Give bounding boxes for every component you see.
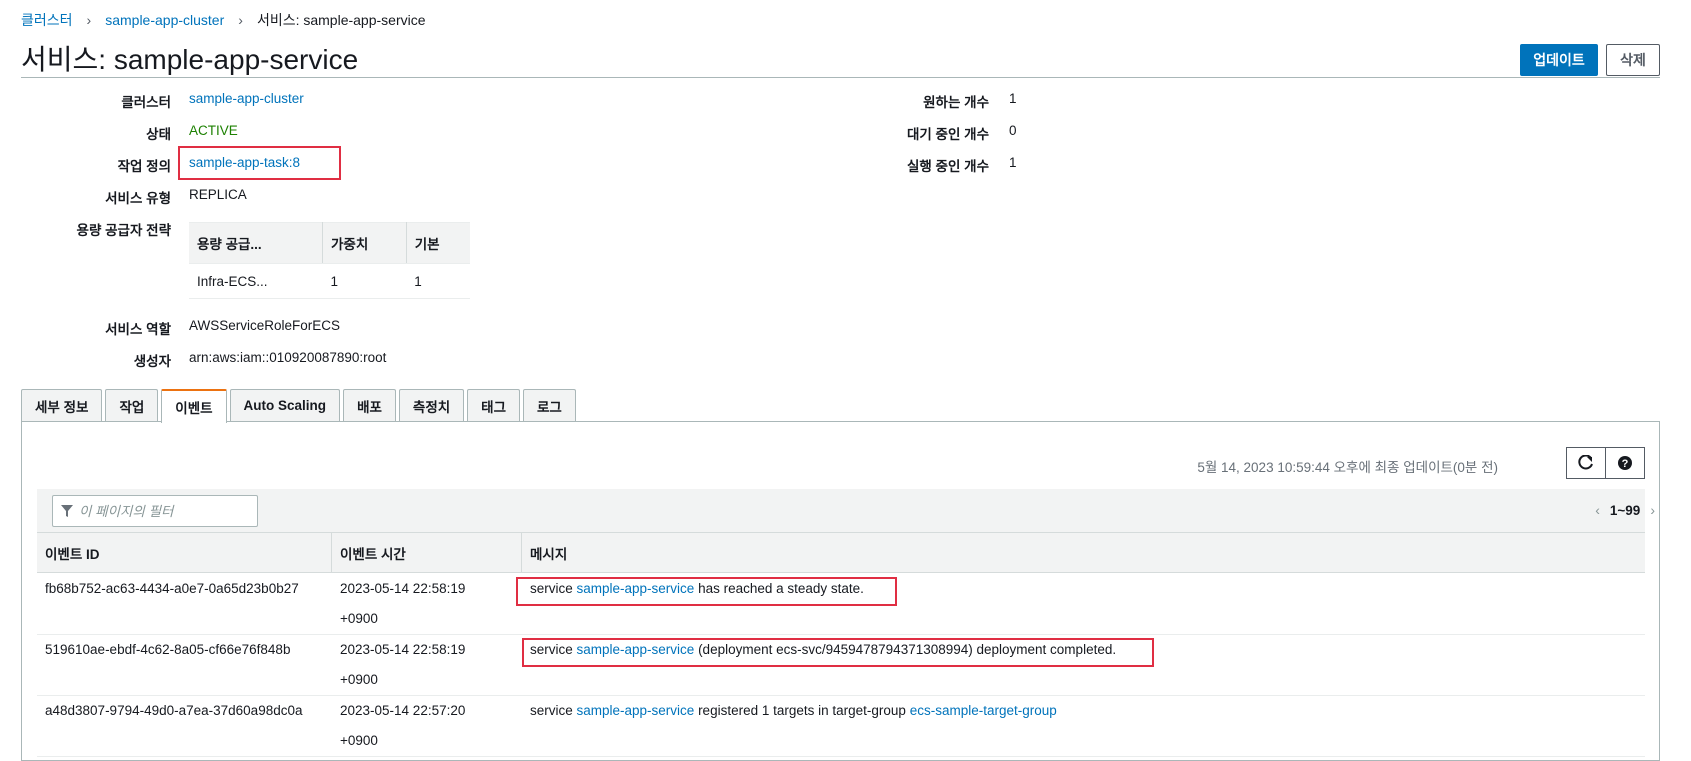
update-button[interactable]: 업데이트 <box>1520 44 1598 76</box>
chevron-left-icon[interactable]: ‹ <box>1595 502 1600 518</box>
tab-deployments[interactable]: 배포 <box>343 389 396 421</box>
event-time-cell: 2023-05-14 22:58:19 <box>340 581 466 596</box>
pending-count-value: 0 <box>1009 123 1017 138</box>
refresh-button[interactable] <box>1566 447 1606 479</box>
service-role-value: AWSServiceRoleForECS <box>189 318 341 333</box>
pending-count-label: 대기 중인 개수 <box>906 127 989 142</box>
breadcrumb-chevron-icon: › <box>86 12 92 28</box>
page-title: 서비스: sample-app-service <box>21 44 359 75</box>
events-table-header <box>37 532 1645 573</box>
column-divider <box>331 532 332 573</box>
column-header-event-time[interactable]: 이벤트 시간 <box>340 532 406 573</box>
capacity-header-base: 기본 <box>406 222 470 264</box>
title-divider <box>21 77 1660 78</box>
page-range: 1~99 <box>1609 502 1641 518</box>
tab-details[interactable]: 세부 정보 <box>21 389 103 421</box>
capacity-weight-cell: 1 <box>322 263 407 299</box>
tab-auto-scaling[interactable]: Auto Scaling <box>229 389 341 421</box>
target-group-link[interactable]: ecs-sample-target-group <box>910 703 1057 718</box>
events-toolbar <box>37 489 1645 533</box>
breadcrumb-clusters-link[interactable]: 클러스터 <box>21 10 73 30</box>
service-tabs: 세부 정보 작업 이벤트 Auto Scaling 배포 측정치 태그 로그 <box>21 389 579 423</box>
event-timezone-cell: +0900 <box>340 611 378 626</box>
chevron-right-icon[interactable]: › <box>1650 502 1655 518</box>
cluster-link[interactable]: sample-app-cluster <box>189 91 304 106</box>
status-label: 상태 <box>146 127 171 142</box>
tab-tags[interactable]: 태그 <box>467 389 521 421</box>
service-link[interactable]: sample-app-service <box>577 703 695 718</box>
event-id-cell: fb68b752-ac63-4434-a0e7-0a65d23b0b27 <box>45 581 299 596</box>
capacity-base-cell: 1 <box>406 263 470 299</box>
event-timezone-cell: +0900 <box>340 733 378 748</box>
capacity-provider-cell: Infra-ECS... <box>189 263 323 299</box>
breadcrumb-current: 서비스: sample-app-service <box>256 12 426 28</box>
capacity-header-provider: 용량 공급... <box>189 222 323 264</box>
event-id-cell: 519610ae-ebdf-4c62-8a05-cf66e76f848b <box>45 642 291 657</box>
delete-button[interactable]: 삭제 <box>1606 44 1660 76</box>
capacity-strategy-label: 용량 공급자 전략 <box>76 223 171 238</box>
last-updated-text: 5월 14, 2023 10:59:44 오후에 최종 업데이트(0분 전) <box>1197 460 1498 475</box>
task-definition-label: 작업 정의 <box>117 159 171 174</box>
tab-metrics[interactable]: 측정치 <box>398 389 465 421</box>
filter-input[interactable] <box>77 502 251 520</box>
column-divider <box>521 532 522 573</box>
cluster-label: 클러스터 <box>121 95 171 110</box>
message-text: service <box>530 703 577 718</box>
status-value: ACTIVE <box>189 123 238 138</box>
service-type-label: 서비스 유형 <box>105 191 171 206</box>
tab-logs[interactable]: 로그 <box>523 389 576 421</box>
filter-icon <box>61 505 73 517</box>
desired-count-label: 원하는 개수 <box>923 95 989 110</box>
table-row: Infra-ECS... 1 1 <box>189 263 470 299</box>
help-button[interactable]: ? <box>1605 447 1645 479</box>
event-id-cell: a48d3807-9794-49d0-a7ea-37d60a98dc0a <box>45 703 303 718</box>
desired-count-value: 1 <box>1009 91 1017 106</box>
service-role-label: 서비스 역할 <box>105 322 171 337</box>
help-icon: ? <box>1618 456 1632 470</box>
message-text: registered 1 targets in target-group <box>694 703 910 718</box>
filter-field[interactable] <box>52 495 258 527</box>
creator-value: arn:aws:iam::010920087890:root <box>189 350 387 365</box>
running-count-label: 실행 중인 개수 <box>906 159 989 174</box>
breadcrumb-cluster-link[interactable]: sample-app-cluster <box>105 12 224 28</box>
column-header-event-id[interactable]: 이벤트 ID <box>45 532 100 573</box>
highlight-box <box>522 638 1154 667</box>
tab-events[interactable]: 이벤트 <box>161 389 227 423</box>
breadcrumb: 클러스터 › sample-app-cluster › 서비스: sample-… <box>21 10 426 30</box>
service-type-value: REPLICA <box>189 187 247 202</box>
refresh-icon <box>1578 455 1593 470</box>
event-message-cell: service sample-app-service registered 1 … <box>530 696 1057 726</box>
capacity-header-weight: 가중치 <box>322 222 407 264</box>
breadcrumb-chevron-icon: › <box>238 12 243 28</box>
event-timezone-cell: +0900 <box>340 672 378 687</box>
running-count-value: 1 <box>1009 155 1017 170</box>
creator-label: 생성자 <box>133 354 171 369</box>
event-time-cell: 2023-05-14 22:58:19 <box>340 642 466 657</box>
tab-tasks[interactable]: 작업 <box>105 389 159 421</box>
highlight-box <box>516 577 897 606</box>
event-time-cell: 2023-05-14 22:57:20 <box>340 703 466 718</box>
column-header-message[interactable]: 메시지 <box>530 532 567 573</box>
capacity-provider-table: 용량 공급... 가중치 기본 Infra-ECS... 1 1 <box>189 222 470 299</box>
pagination: ‹ 1~99 › <box>1595 502 1655 518</box>
svg-text:?: ? <box>1622 458 1629 470</box>
highlight-box <box>178 146 341 180</box>
